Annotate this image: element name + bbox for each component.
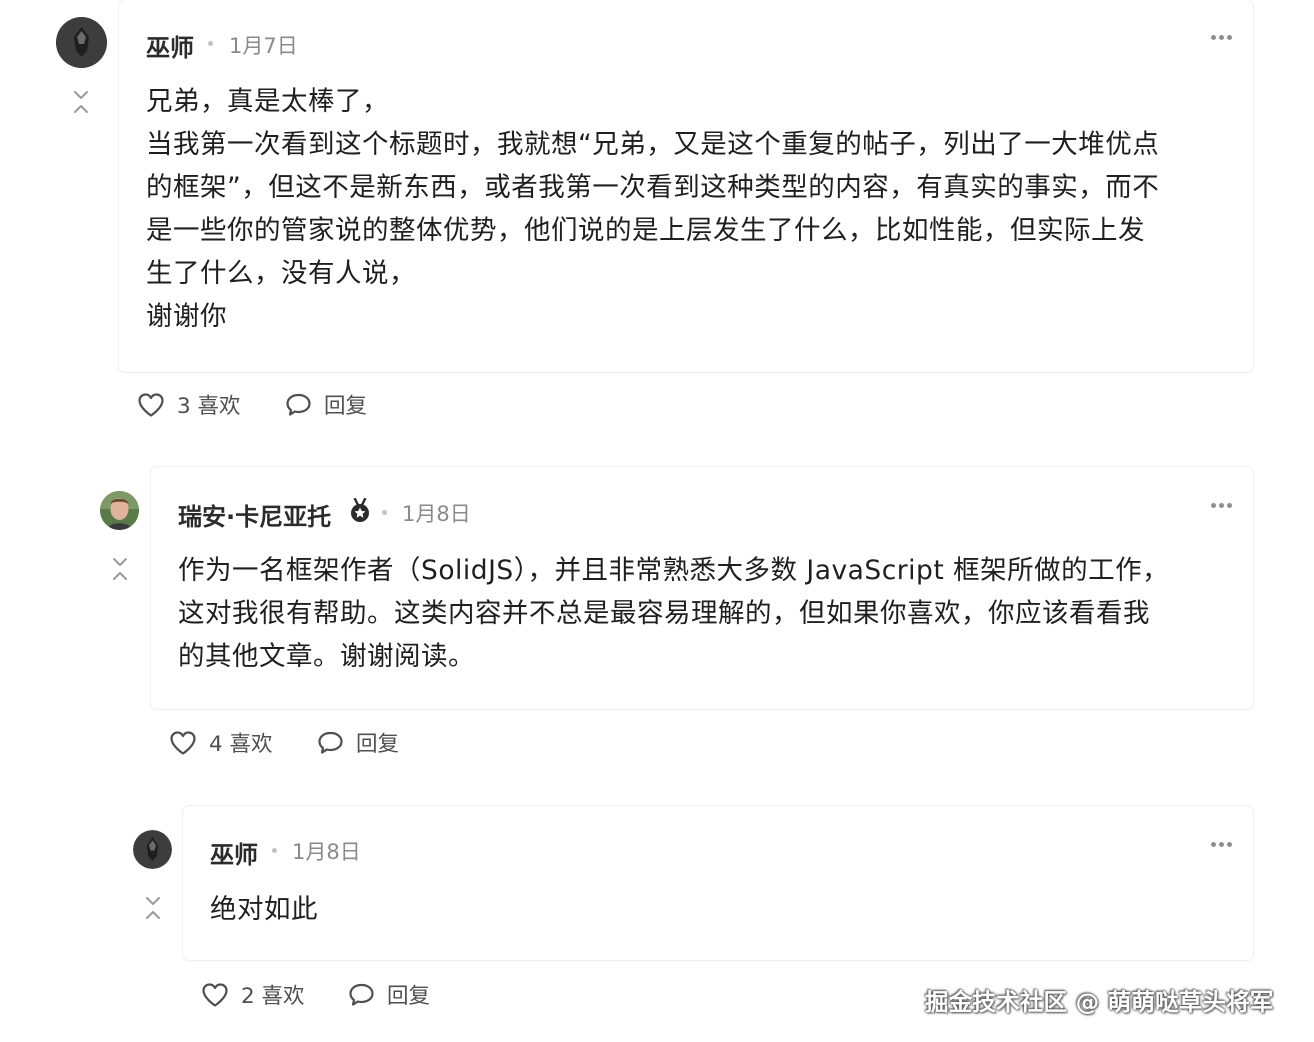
like-count: 2 喜欢 xyxy=(241,984,305,1009)
medal-icon xyxy=(351,498,369,522)
more-options-icon[interactable] xyxy=(1211,493,1237,508)
speech-bubble-icon xyxy=(318,731,343,754)
heart-icon xyxy=(138,392,164,417)
comment-date: 1月8日 xyxy=(292,840,361,864)
comment-author[interactable]: 巫师 xyxy=(210,835,258,870)
comment-date: 1月8日 xyxy=(402,502,471,526)
reply-button[interactable]: 回复 xyxy=(317,727,399,758)
reply-label: 回复 xyxy=(356,732,400,757)
like-button[interactable]: 2 喜欢 xyxy=(201,979,305,1010)
comment-body: 兄弟，真是太棒了， 当我第一次看到这个标题时，我就想“兄弟，又是这个重复的帖子，… xyxy=(146,80,1159,338)
separator-dot xyxy=(208,41,213,46)
collapse-arrows-icon[interactable] xyxy=(111,556,129,582)
comment-body: 作为一名框架作者（SolidJS），并且非常熟悉大多数 JavaScript 框… xyxy=(178,549,1169,678)
more-options-icon[interactable] xyxy=(1211,832,1237,847)
comment-line: 这对我很有帮助。这类内容并不总是最容易理解的，但如果你喜欢，你应该看看我 xyxy=(178,598,1150,629)
heart-icon xyxy=(202,982,228,1007)
comment-date: 1月7日 xyxy=(229,34,298,58)
like-count: 3 喜欢 xyxy=(177,394,241,419)
comment-line: 谢谢你 xyxy=(146,301,227,332)
comment-line: 绝对如此 xyxy=(210,894,318,925)
separator-dot xyxy=(272,848,277,853)
reply-button[interactable]: 回复 xyxy=(285,389,367,420)
heart-icon xyxy=(170,730,196,755)
more-options-icon[interactable] xyxy=(1211,25,1237,40)
speech-bubble-icon xyxy=(286,393,311,416)
comment-line: 兄弟，真是太棒了， xyxy=(146,86,389,117)
reply-label: 回复 xyxy=(324,394,368,419)
separator-dot xyxy=(382,510,387,515)
comment-line: 的框架”，但这不是新东西，或者我第一次看到这种类型的内容，有真实的事实，而不 xyxy=(146,172,1160,203)
like-button[interactable]: 3 喜欢 xyxy=(137,389,241,420)
comment-line: 当我第一次看到这个标题时，我就想“兄弟，又是这个重复的帖子，列出了一大堆优点 xyxy=(146,129,1160,160)
avatar[interactable] xyxy=(133,830,172,869)
comment-card: 巫师 1月7日 兄弟，真是太棒了， 当我第一次看到这个标题时，我就想“兄弟，又是… xyxy=(119,0,1253,372)
comment-body: 绝对如此 xyxy=(210,888,318,931)
comment-author[interactable]: 巫师 xyxy=(146,28,194,63)
reply-button[interactable]: 回复 xyxy=(348,979,430,1010)
avatar[interactable] xyxy=(100,491,139,530)
comment-line: 作为一名框架作者（SolidJS），并且非常熟悉大多数 JavaScript 框… xyxy=(178,555,1170,586)
reply-label: 回复 xyxy=(387,984,431,1009)
comment-line: 的其他文章。谢谢阅读。 xyxy=(178,641,475,672)
comment-line: 是一些你的管家说的整体优势，他们说的是上层发生了什么，比如性能，但实际上发 xyxy=(146,215,1145,246)
like-count: 4 喜欢 xyxy=(209,732,273,757)
collapse-arrows-icon[interactable] xyxy=(72,89,90,115)
avatar[interactable] xyxy=(56,17,107,68)
comment-author[interactable]: 瑞安·卡尼亚托 xyxy=(178,497,331,532)
like-button[interactable]: 4 喜欢 xyxy=(169,727,273,758)
collapse-arrows-icon[interactable] xyxy=(144,895,162,921)
comment-line: 生了什么，没有人说， xyxy=(146,258,416,289)
comment-card: 巫师 1月8日 绝对如此 xyxy=(183,806,1253,960)
speech-bubble-icon xyxy=(349,983,374,1006)
comment-card: 瑞安·卡尼亚托 1月8日 作为一名框架作者（SolidJS），并且非常熟悉大多数… xyxy=(151,467,1253,709)
watermark: 掘金技术社区 @ 萌萌哒草头将军 xyxy=(925,988,1274,1016)
